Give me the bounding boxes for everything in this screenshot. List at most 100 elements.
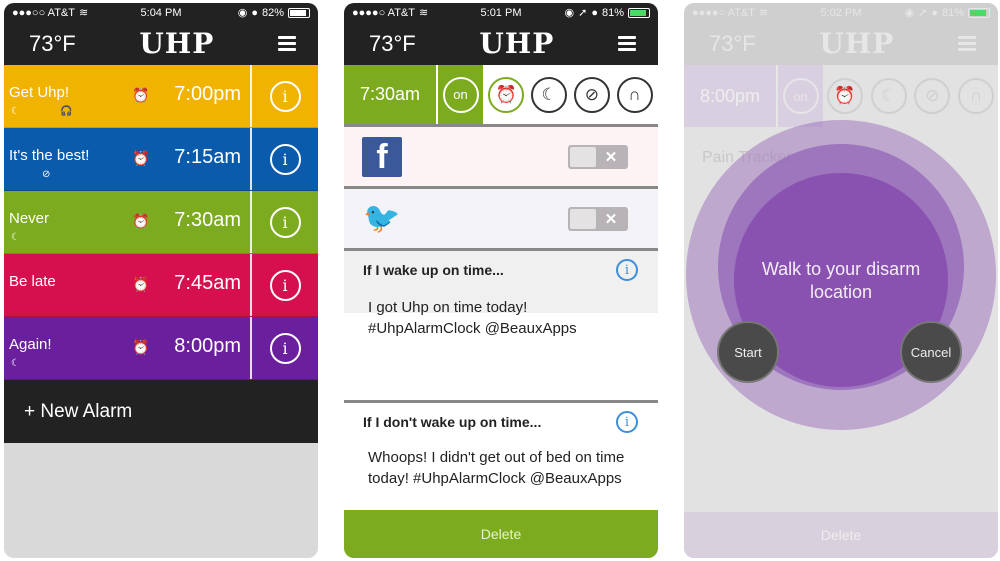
alarm-clock-icon: ⏰ bbox=[132, 87, 150, 103]
on-toggle-button[interactable]: on bbox=[442, 76, 479, 113]
wifi-icon: ≋ bbox=[758, 7, 769, 19]
headphones-icon[interactable]: ∩ bbox=[616, 76, 653, 113]
alarm-main[interactable]: Get Uhp! ☾ 🎧 ⏰ 7:00pm bbox=[4, 65, 250, 127]
info-cell: i bbox=[252, 254, 318, 316]
menu-icon[interactable] bbox=[618, 36, 636, 51]
alarm-name: It's the best! bbox=[9, 147, 90, 164]
status-bar: ●●●○○ AT&T ≋ 5:04 PM ◉ ● 82% bbox=[4, 3, 318, 22]
battery-percent: 82% bbox=[261, 6, 284, 19]
alarm-time[interactable]: 7:30am bbox=[344, 65, 436, 124]
moon-icon: ☾ bbox=[11, 358, 20, 369]
app-logo: UHP bbox=[819, 27, 895, 60]
carrier-label: ●●●●○ AT&T bbox=[692, 6, 755, 19]
app-header: 73°F UHP bbox=[684, 22, 998, 65]
alarm-clock-icon: ⏰ bbox=[132, 276, 150, 292]
alarm-main[interactable]: Be late ⏰ 7:45am bbox=[4, 254, 250, 316]
alarm-clock-icon: ⏰ bbox=[132, 213, 150, 229]
moon-icon: ☾ bbox=[870, 78, 907, 114]
info-icon[interactable]: i bbox=[616, 411, 638, 433]
alarm-features: ⊘ bbox=[42, 169, 50, 180]
alarm-time: 8:00pm bbox=[174, 335, 241, 357]
moon-icon: ☾ bbox=[11, 106, 20, 117]
info-icon[interactable]: i bbox=[269, 80, 301, 112]
app-header: 73°F UHP bbox=[344, 22, 658, 65]
moon-icon: ☾ bbox=[11, 232, 20, 243]
compass-icon: ⊘ bbox=[42, 169, 51, 180]
battery-icon bbox=[628, 7, 650, 18]
alarm-row[interactable]: Be late ⏰ 7:45am i bbox=[4, 254, 318, 317]
toggle-off-icon: ✕ bbox=[604, 148, 618, 166]
delete-button: Delete bbox=[684, 512, 998, 558]
alarm-row[interactable]: It's the best! ⊘ ⏰ 7:15am i bbox=[4, 128, 318, 191]
lock-rotation-icon: ◉ bbox=[564, 7, 575, 19]
delete-button[interactable]: Delete bbox=[344, 510, 658, 558]
facebook-row: f ✕ bbox=[344, 127, 658, 189]
pain-tracker-label: Pain Tracker bbox=[702, 149, 792, 166]
headphones-icon: ∩ bbox=[958, 78, 995, 114]
location-icon: ➚ bbox=[578, 7, 588, 19]
alarm-name: Get Uhp! bbox=[9, 84, 70, 101]
info-cell: i bbox=[252, 65, 318, 127]
alarm-clock-icon[interactable]: ⏰ bbox=[488, 76, 525, 113]
facebook-icon: f bbox=[362, 136, 402, 177]
alarm-clock-icon: ⏰ bbox=[132, 339, 150, 355]
alarm-clock-icon: ⏰ bbox=[132, 150, 150, 166]
wifi-icon: ≋ bbox=[418, 7, 429, 19]
alarm-features: ☾ bbox=[11, 232, 20, 243]
alarm-main[interactable]: It's the best! ⊘ ⏰ 7:15am bbox=[4, 128, 250, 190]
alarm-status-icon: ● bbox=[591, 6, 598, 19]
app-logo: UHP bbox=[139, 27, 215, 60]
compass-icon: ⊘ bbox=[914, 78, 951, 114]
alarm-row[interactable]: Get Uhp! ☾ 🎧 ⏰ 7:00pm i bbox=[4, 65, 318, 128]
on-toggle-button: on bbox=[782, 78, 819, 114]
moon-icon[interactable]: ☾ bbox=[531, 76, 568, 113]
twitter-toggle[interactable]: ✕ bbox=[568, 206, 628, 231]
info-icon[interactable]: i bbox=[269, 143, 301, 175]
late-title: If I don't wake up on time... bbox=[363, 414, 542, 430]
twitter-row: 🐦 ✕ bbox=[344, 189, 658, 251]
menu-icon[interactable] bbox=[278, 36, 296, 51]
temperature: 73°F bbox=[29, 30, 76, 56]
disarm-prompt: Walk to your disarm location bbox=[761, 259, 921, 302]
battery-icon bbox=[968, 7, 990, 18]
cancel-button[interactable]: Cancel bbox=[900, 321, 962, 383]
new-alarm-button[interactable]: + New Alarm bbox=[4, 380, 318, 443]
temperature: 73°F bbox=[369, 30, 416, 56]
battery-icon bbox=[288, 7, 310, 18]
status-bar: ●●●●○ AT&T ≋ 5:01 PM ◉ ➚ ● 81% bbox=[344, 3, 658, 22]
alarm-list-screen: ●●●○○ AT&T ≋ 5:04 PM ◉ ● 82% 73°F UHP Get U… bbox=[4, 3, 318, 558]
compass-icon[interactable]: ⊘ bbox=[573, 76, 610, 113]
toggle-off-icon: ✕ bbox=[604, 210, 618, 228]
alarm-time: 8:00pm bbox=[684, 65, 776, 127]
location-icon: ➚ bbox=[918, 7, 928, 19]
late-message-input[interactable]: Whoops! I didn't get out of bed on time … bbox=[368, 447, 638, 489]
carrier-label: ●●●●○ AT&T bbox=[352, 6, 415, 19]
facebook-toggle[interactable]: ✕ bbox=[568, 144, 628, 169]
temperature: 73°F bbox=[709, 30, 756, 56]
alarm-main[interactable]: Again! ☾ ⏰ 8:00pm bbox=[4, 317, 250, 379]
info-icon[interactable]: i bbox=[616, 259, 638, 281]
alarm-main[interactable]: Never ☾ ⏰ 7:30am bbox=[4, 191, 250, 253]
alarm-row[interactable]: Again! ☾ ⏰ 8:00pm i bbox=[4, 317, 318, 380]
alarm-time: 7:45am bbox=[174, 272, 241, 294]
alarm-name: Be late bbox=[9, 273, 56, 290]
disarm-screen: ●●●●○ AT&T ≋ 5:02 PM ◉ ➚ ● 81% 73°F UHP 8:00… bbox=[684, 3, 998, 558]
on-time-message-input[interactable]: I got Uhp on time today! #UhpAlarmClock … bbox=[368, 297, 638, 339]
headphones-icon: 🎧 bbox=[59, 106, 73, 117]
lock-rotation-icon: ◉ bbox=[904, 7, 915, 19]
alarm-list: Get Uhp! ☾ 🎧 ⏰ 7:00pm i It's the best! ⊘ … bbox=[4, 65, 318, 380]
info-icon[interactable]: i bbox=[269, 269, 301, 301]
app-header: 73°F UHP bbox=[4, 22, 318, 65]
carrier-label: ●●●○○ AT&T bbox=[12, 6, 75, 19]
alarm-name: Never bbox=[9, 210, 50, 227]
alarm-settings-bar: 8:00pm on ⏰ ☾ ⊘ ∩ bbox=[684, 65, 998, 127]
alarm-status-icon: ● bbox=[251, 6, 258, 19]
alarm-detail-screen: ●●●●○ AT&T ≋ 5:01 PM ◉ ➚ ● 81% 73°F UHP 7:30… bbox=[344, 3, 658, 558]
twitter-icon: 🐦 bbox=[363, 202, 401, 235]
start-button[interactable]: Start bbox=[717, 321, 779, 383]
info-icon[interactable]: i bbox=[269, 332, 301, 364]
info-cell: i bbox=[252, 317, 318, 379]
info-icon[interactable]: i bbox=[269, 206, 301, 238]
alarm-row[interactable]: Never ☾ ⏰ 7:30am i bbox=[4, 191, 318, 254]
alarm-time: 7:30am bbox=[174, 209, 241, 231]
